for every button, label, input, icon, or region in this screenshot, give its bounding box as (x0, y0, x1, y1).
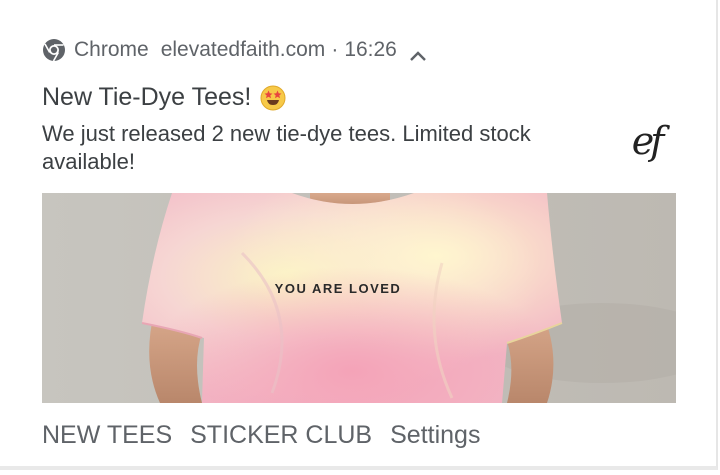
chrome-icon (42, 38, 66, 62)
chevron-up-icon[interactable] (409, 44, 427, 61)
notification-image: YOU ARE LOVED (42, 193, 676, 403)
separator: · (331, 38, 339, 61)
shirt-text: YOU ARE LOVED (275, 281, 402, 296)
timestamp: 16:26 (344, 38, 397, 61)
action-sticker-club-button[interactable]: STICKER CLUB (190, 421, 372, 450)
notification-card[interactable]: Chrome elevatedfaith.com · 16:26 New Tie… (0, 0, 718, 470)
star-struck-emoji-icon (259, 84, 287, 112)
notification-title: New Tie-Dye Tees! (42, 83, 252, 111)
notification-actions: NEW TEES STICKER CLUB Settings (42, 421, 480, 450)
action-settings-button[interactable]: Settings (390, 421, 480, 450)
notification-title-row: New Tie-Dye Tees! (42, 83, 287, 112)
notification-header: Chrome elevatedfaith.com · 16:26 (42, 36, 427, 64)
app-name: Chrome (74, 38, 149, 61)
site-logo: ef (631, 119, 665, 163)
site-name: elevatedfaith.com (160, 38, 326, 61)
notification-body: We just released 2 new tie-dye tees. Lim… (42, 121, 531, 174)
action-new-tees-button[interactable]: NEW TEES (42, 421, 172, 450)
